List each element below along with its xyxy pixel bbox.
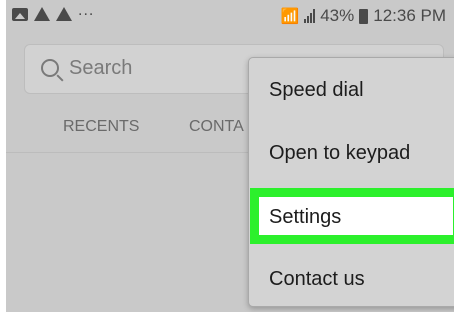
battery-percent: 43% xyxy=(320,6,355,25)
clock: 12:36 PM xyxy=(373,6,446,25)
menu-item-settings[interactable]: Settings xyxy=(269,206,341,229)
search-input[interactable]: Search xyxy=(69,57,132,80)
menu-item-settings-highlight[interactable]: Settings xyxy=(250,188,454,244)
system-icons: 📶 43% 12:36 PM xyxy=(281,6,446,26)
battery-icon xyxy=(359,8,369,24)
warning-icon xyxy=(34,7,50,21)
wifi-icon: 📶 xyxy=(280,8,300,25)
image-icon xyxy=(12,7,28,21)
menu-item-contact-us[interactable]: Contact us xyxy=(269,268,365,291)
signal-icon xyxy=(304,9,316,23)
tab-recents[interactable]: RECENTS xyxy=(63,118,139,136)
notification-icons: ... xyxy=(12,2,94,21)
tab-contacts[interactable]: CONTA xyxy=(189,118,249,136)
warning-icon xyxy=(56,7,72,21)
overflow-menu: Speed dial Open to keypad Settings Conta… xyxy=(248,57,454,307)
search-icon xyxy=(41,59,59,77)
status-bar: ... 📶 43% 12:36 PM xyxy=(6,0,454,34)
menu-item-open-to-keypad[interactable]: Open to keypad xyxy=(269,142,410,165)
more-notifications-indicator: ... xyxy=(78,2,95,19)
phone-screen: ... 📶 43% 12:36 PM Search RECENTS CONTA … xyxy=(6,0,454,312)
menu-item-speed-dial[interactable]: Speed dial xyxy=(269,79,364,102)
